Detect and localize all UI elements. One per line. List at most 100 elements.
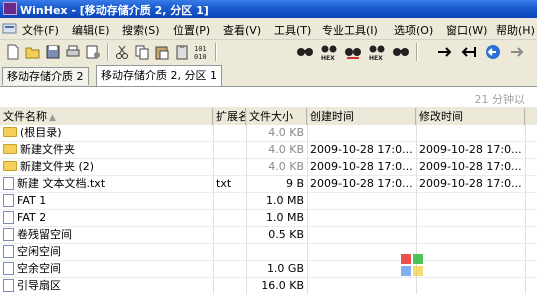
column-header-name[interactable]: 文件名称 ▲ <box>0 108 213 125</box>
file-created: 2009-10-28 17:0... <box>310 177 413 190</box>
file-name: FAT 2 <box>17 211 47 224</box>
tab-strip: 移动存储介质 2 移动存储介质 2, 分区 1 <box>0 64 537 87</box>
file-modified: 2009-10-28 17:0... <box>419 160 522 173</box>
menu-window[interactable]: 窗口(W) <box>446 22 487 38</box>
clipboard-icon[interactable] <box>173 43 191 61</box>
goto-offset-icon[interactable] <box>436 43 454 61</box>
winhex-app-icon <box>3 2 17 15</box>
table-row[interactable]: FAT 2 1.0 MB <box>0 210 537 227</box>
file-modified: 2009-10-28 17:0... <box>419 177 522 190</box>
file-name: 新建 文本文档.txt <box>17 177 106 190</box>
file-size: 0.5 KB <box>268 228 304 241</box>
folder-icon <box>3 161 17 171</box>
find-next-icon[interactable] <box>392 43 410 61</box>
file-name: 空余空间 <box>17 262 61 275</box>
menu-tools[interactable]: 工具(T) <box>274 22 311 38</box>
cut-icon[interactable] <box>113 43 131 61</box>
file-size: 4.0 KB <box>268 143 304 156</box>
file-size: 9 B <box>285 177 304 190</box>
column-divider <box>525 108 526 294</box>
column-header-created[interactable]: 创建时间 <box>307 108 416 125</box>
folder-icon <box>3 144 17 154</box>
menu-edit[interactable]: 编辑(E) <box>72 22 110 38</box>
svg-text:101: 101 <box>194 45 207 53</box>
menu-help[interactable]: 帮助(H) <box>496 22 535 38</box>
menu-file[interactable]: 文件(F) <box>22 22 59 38</box>
file-icon <box>3 244 14 258</box>
file-ext <box>216 210 246 226</box>
replace-text-icon[interactable] <box>344 43 362 61</box>
forward-icon[interactable] <box>508 43 526 61</box>
file-ext <box>216 227 246 243</box>
title-bar: WinHex - [移动存储介质 2, 分区 1] <box>0 0 537 18</box>
sort-ascending-icon: ▲ <box>49 113 56 123</box>
svg-text:010: 010 <box>194 53 207 61</box>
file-name: 卷残留空间 <box>17 228 72 241</box>
window-title: WinHex - [移动存储介质 2, 分区 1] <box>20 4 209 17</box>
tab-drive[interactable]: 移动存储介质 2 <box>2 67 89 85</box>
file-ext <box>216 278 246 294</box>
last-refresh-text: 21 分钟以 <box>474 93 526 106</box>
file-created: 2009-10-28 17:0... <box>310 143 413 156</box>
menu-options[interactable]: 选项(O) <box>394 22 433 38</box>
back-icon[interactable] <box>484 43 502 61</box>
file-name: 空闲空间 <box>17 245 61 258</box>
table-row[interactable]: (根目录) 4.0 KB <box>0 125 537 142</box>
file-ext <box>216 125 246 141</box>
table-row[interactable]: 卷残留空间 0.5 KB <box>0 227 537 244</box>
file-ext <box>216 142 246 158</box>
toolbar-separator <box>416 43 418 61</box>
binary-icon[interactable]: 101010 <box>193 43 211 61</box>
goto-start-icon[interactable] <box>460 43 478 61</box>
file-created: 2009-10-28 17:0... <box>310 160 413 173</box>
file-name: (根目录) <box>20 126 62 139</box>
menu-view[interactable]: 查看(V) <box>223 22 261 38</box>
menu-pro-tools[interactable]: 专业工具(I) <box>322 22 378 38</box>
menu-search[interactable]: 搜索(S) <box>122 22 160 38</box>
file-created <box>310 125 415 141</box>
file-name: 引导扇区 <box>17 279 61 292</box>
copy-icon[interactable] <box>133 43 151 61</box>
column-divider <box>307 108 308 294</box>
table-row[interactable]: FAT 1 1.0 MB <box>0 193 537 210</box>
open-icon[interactable] <box>24 43 42 61</box>
file-modified <box>419 210 523 226</box>
file-size <box>248 244 304 260</box>
paste-icon[interactable] <box>153 43 171 61</box>
file-size: 16.0 KB <box>261 279 304 292</box>
file-ext <box>216 159 246 175</box>
column-header-overflow[interactable] <box>525 108 537 125</box>
file-size: 4.0 KB <box>268 160 304 173</box>
toolbar-separator <box>107 43 109 61</box>
find-text-icon[interactable] <box>296 43 314 61</box>
tab-partition-1[interactable]: 移动存储介质 2, 分区 1 <box>96 65 222 86</box>
menu-position[interactable]: 位置(P) <box>173 22 210 38</box>
table-row[interactable]: 新建文件夹 4.0 KB 2009-10-28 17:0... 2009-10-… <box>0 142 537 159</box>
column-header-ext[interactable]: 扩展名 <box>213 108 246 125</box>
properties-icon[interactable] <box>84 43 102 61</box>
new-icon[interactable] <box>4 43 22 61</box>
file-list-header: 文件名称 ▲ 扩展名 文件大小 创建时间 修改时间 <box>0 108 537 126</box>
svg-text:HEX: HEX <box>369 55 383 61</box>
column-header-modified[interactable]: 修改时间 <box>416 108 525 125</box>
column-header-size[interactable]: 文件大小 <box>246 108 307 125</box>
table-row[interactable]: 新建文件夹 (2) 4.0 KB 2009-10-28 17:0... 2009… <box>0 159 537 176</box>
column-divider <box>213 108 214 294</box>
file-modified <box>419 125 523 141</box>
find-hex-icon[interactable]: HEX <box>320 43 338 61</box>
file-icon <box>3 261 14 275</box>
save-icon[interactable] <box>44 43 62 61</box>
file-icon <box>3 176 14 190</box>
document-icon[interactable] <box>2 22 18 35</box>
file-icon <box>3 193 14 207</box>
logo-watermark-icon <box>401 254 423 276</box>
file-modified <box>419 193 523 209</box>
print-icon[interactable] <box>64 43 82 61</box>
file-modified: 2009-10-28 17:0... <box>419 143 522 156</box>
file-modified <box>419 227 523 243</box>
replace-hex-icon[interactable]: HEX <box>368 43 386 61</box>
table-row[interactable]: 新建 文本文档.txt txt 9 B 2009-10-28 17:0... 2… <box>0 176 537 193</box>
file-size: 1.0 MB <box>265 211 304 224</box>
file-ext: txt <box>216 177 232 190</box>
file-name: 新建文件夹 <box>20 143 75 156</box>
